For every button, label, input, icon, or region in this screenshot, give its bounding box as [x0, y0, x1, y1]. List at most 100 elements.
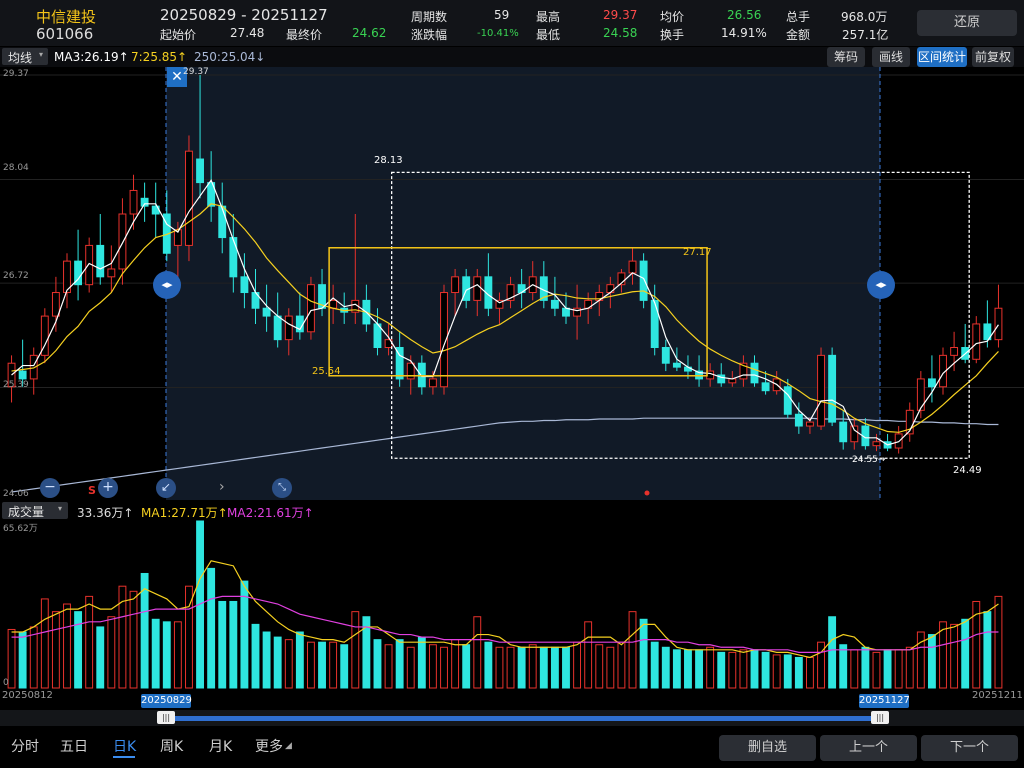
volume-bar [950, 623, 959, 689]
candle-body [672, 362, 681, 368]
candle-body [284, 315, 293, 341]
candle-body [927, 378, 936, 388]
expand-icon[interactable]: ⤡ [272, 478, 292, 498]
tab-more[interactable]: 更多 [255, 736, 283, 756]
candle-body [972, 323, 981, 360]
candle-body [850, 425, 859, 443]
candle-body [107, 268, 116, 278]
box-inner-low: 25.54 [312, 366, 341, 377]
price-axis-label: 29.37 [3, 69, 29, 79]
crosshair-icon[interactable]: ↙ [156, 478, 176, 498]
ma3-value: MA3:26.19↑ [54, 50, 129, 64]
volume-select[interactable]: 成交量 ▾ [2, 502, 68, 519]
zoom-out-icon[interactable]: − [40, 478, 60, 498]
candle-body [129, 189, 138, 215]
candle-body [96, 244, 105, 278]
delete-favorite-button[interactable]: 删自选 [719, 735, 816, 761]
zoom-in-icon[interactable]: + [98, 478, 118, 498]
volume-bar [684, 649, 692, 689]
pre-restore-button[interactable]: 前复权 [972, 47, 1014, 67]
volume-bar [916, 631, 925, 689]
volume-bar [661, 646, 670, 689]
draw-button[interactable]: 画线 [872, 47, 910, 67]
range-slider-right-handle[interactable]: ||| [871, 711, 889, 724]
chevron-right-icon[interactable]: › [219, 479, 225, 495]
ma-select-label: 均线 [8, 51, 33, 65]
volume-bar [617, 641, 626, 689]
volume-bar [417, 636, 426, 689]
change-label: 涨跌幅 [411, 28, 448, 42]
candle-body [240, 276, 249, 294]
tab-monthly-k[interactable]: 月K [209, 736, 232, 756]
sell-marker: S [88, 484, 96, 497]
candle-body [218, 205, 227, 239]
restore-button[interactable]: 还原 [917, 10, 1017, 36]
ma-select[interactable]: 均线 ▾ [2, 48, 48, 65]
tab-five-day[interactable]: 五日 [60, 736, 88, 756]
volume-bar [783, 654, 792, 689]
candle-body [828, 354, 837, 423]
candle-body [307, 284, 315, 333]
candle-body [950, 347, 959, 356]
volume-bar [528, 644, 537, 689]
prev-button[interactable]: 上一个 [820, 735, 917, 761]
volume-axis-top: 65.62万 [3, 524, 38, 534]
range-start-handle[interactable]: ◂▸ [153, 271, 181, 299]
candle-body [606, 284, 615, 294]
volume-bar [7, 628, 16, 689]
stock-code: 601066 [36, 25, 94, 43]
tab-weekly-k[interactable]: 周K [160, 736, 183, 756]
volume-bar [473, 616, 482, 689]
volume-bar [761, 651, 770, 689]
range-end-handle[interactable]: ◂▸ [867, 271, 895, 299]
volume-bar [107, 616, 116, 689]
volume-bar [628, 611, 637, 689]
volume-chart[interactable] [0, 519, 1024, 690]
chevron-down-icon: ▾ [58, 504, 63, 513]
volume-bar [839, 644, 848, 689]
volume-bar [462, 644, 471, 689]
volume-bar [85, 595, 94, 689]
volume-bar [806, 656, 814, 689]
price-axis-label: 26.72 [3, 271, 29, 281]
box-bottom-value: 24.49 [953, 465, 982, 476]
candle-body [428, 378, 437, 388]
price-axis-label: 24.06 [3, 489, 29, 499]
candle-body [761, 382, 770, 392]
volume-bar [650, 641, 659, 689]
volume-bar [351, 611, 360, 689]
low-marker: 24.55→ [852, 455, 886, 465]
volume-bar [173, 621, 182, 689]
volume-bar [728, 651, 737, 689]
candle-body [806, 421, 814, 427]
volume-bar [29, 626, 38, 689]
range-slider-left-handle[interactable]: ||| [157, 711, 175, 724]
ma7-value: 7:25.85↑ [131, 50, 188, 64]
volume-bar [695, 649, 703, 689]
volume-bar [451, 639, 460, 689]
periods-label: 周期数 [411, 10, 448, 24]
volume-bar [883, 649, 892, 689]
candle-body [661, 347, 670, 364]
tab-active-indicator [113, 756, 135, 758]
chip-button[interactable]: 筹码 [827, 47, 865, 67]
tab-daily-k[interactable]: 日K [113, 736, 136, 756]
candle-body [817, 354, 825, 427]
tab-intraday[interactable]: 分时 [11, 736, 39, 756]
chevron-down-icon: ▾ [39, 50, 44, 59]
volume-bar [151, 618, 160, 689]
candle-body [417, 362, 426, 388]
candle-body [794, 413, 803, 427]
range-stats-button[interactable]: 区间统计 [917, 47, 967, 67]
candle-body [473, 276, 482, 301]
change: -10.41% [477, 28, 519, 39]
end-price-label: 最终价 [286, 28, 323, 42]
ma250-value: 250:25.04↓ [194, 50, 266, 64]
volume-bar [229, 600, 238, 689]
volume-bar [218, 600, 227, 689]
candle-body [550, 299, 559, 309]
next-button[interactable]: 下一个 [921, 735, 1018, 761]
volume-bar [51, 611, 60, 689]
volume-bar [96, 626, 105, 689]
amount: 257.1亿 [842, 28, 889, 42]
